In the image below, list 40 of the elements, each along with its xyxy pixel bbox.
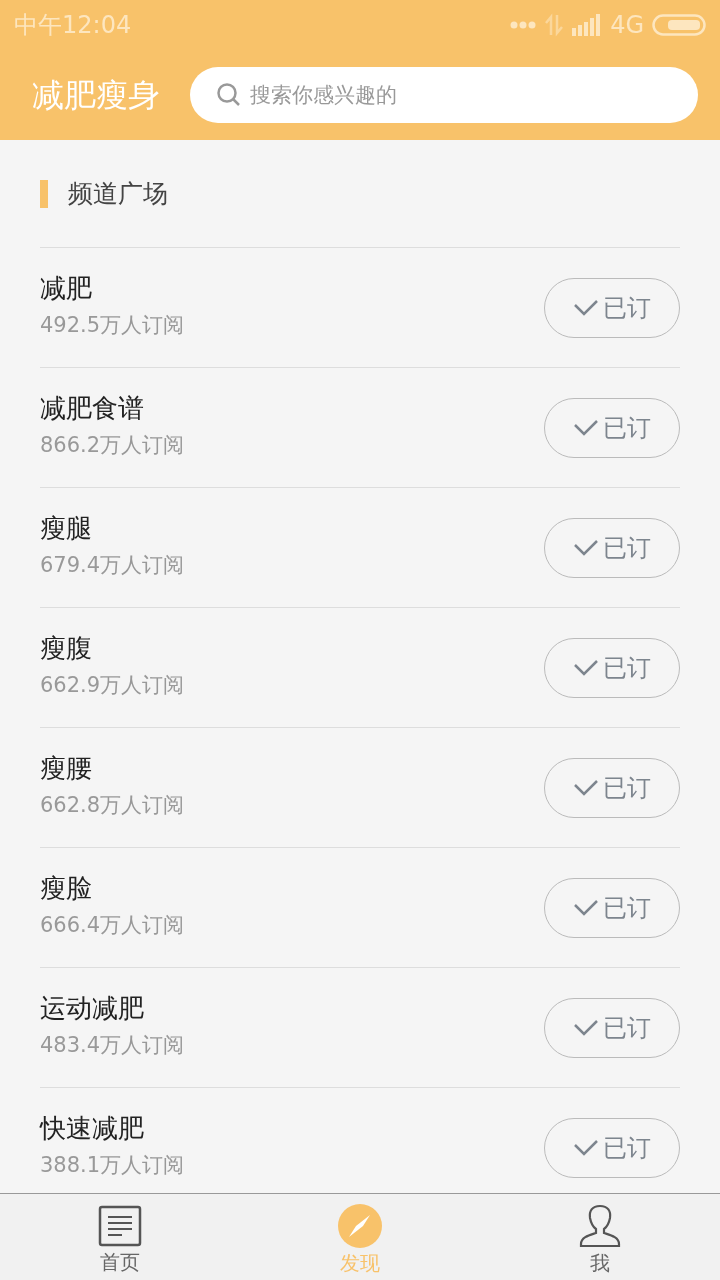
check-icon [573, 1138, 599, 1157]
section-title: 频道广场 [68, 177, 168, 210]
channel-name: 快速减肥 [40, 1113, 145, 1145]
check-icon [573, 778, 599, 797]
check-icon [573, 418, 599, 437]
channel-name: 瘦腿 [40, 513, 93, 545]
subscriber-count: 679.4万人订阅 [40, 552, 185, 580]
subscriber-count: 662.8万人订阅 [40, 792, 185, 820]
channel-name: 瘦腰 [40, 753, 93, 785]
nav-tab[interactable]: 首页 [60, 1194, 180, 1280]
subscriber-count: 483.4万人订阅 [40, 1032, 185, 1060]
nav-tab[interactable]: 我 [540, 1194, 660, 1280]
check-icon [573, 298, 599, 317]
status-time: 中午12:04 [14, 10, 132, 41]
subscriber-count: 666.4万人订阅 [40, 912, 185, 940]
channel-name: 瘦脸 [40, 873, 93, 905]
compass-icon [338, 1204, 382, 1248]
check-icon [573, 538, 599, 557]
battery-icon [652, 14, 706, 36]
subscriber-count: 388.1万人订阅 [40, 1152, 185, 1180]
subscriber-count: 662.9万人订阅 [40, 672, 185, 700]
data-arrows-icon [544, 13, 565, 37]
search-field[interactable]: 搜索你感兴趣的 [190, 67, 698, 123]
subscriber-count: 866.2万人订阅 [40, 432, 185, 460]
check-icon [573, 658, 599, 677]
section-marker [40, 179, 48, 208]
search-icon [216, 82, 242, 108]
channel-name: 减肥食谱 [40, 393, 145, 425]
subscriber-count: 492.5万人订阅 [40, 312, 185, 340]
channel-name: 瘦腹 [40, 633, 93, 665]
document-icon [98, 1205, 142, 1247]
dots-icon [510, 21, 537, 29]
check-icon [573, 898, 599, 917]
app-title: 减肥瘦身 [32, 75, 160, 116]
signal-icon [572, 14, 603, 36]
person-icon [579, 1204, 621, 1248]
network-type: 4G [610, 10, 644, 41]
channel-name: 运动减肥 [40, 993, 145, 1025]
channel-name: 减肥 [40, 273, 93, 305]
check-icon [573, 1018, 599, 1037]
